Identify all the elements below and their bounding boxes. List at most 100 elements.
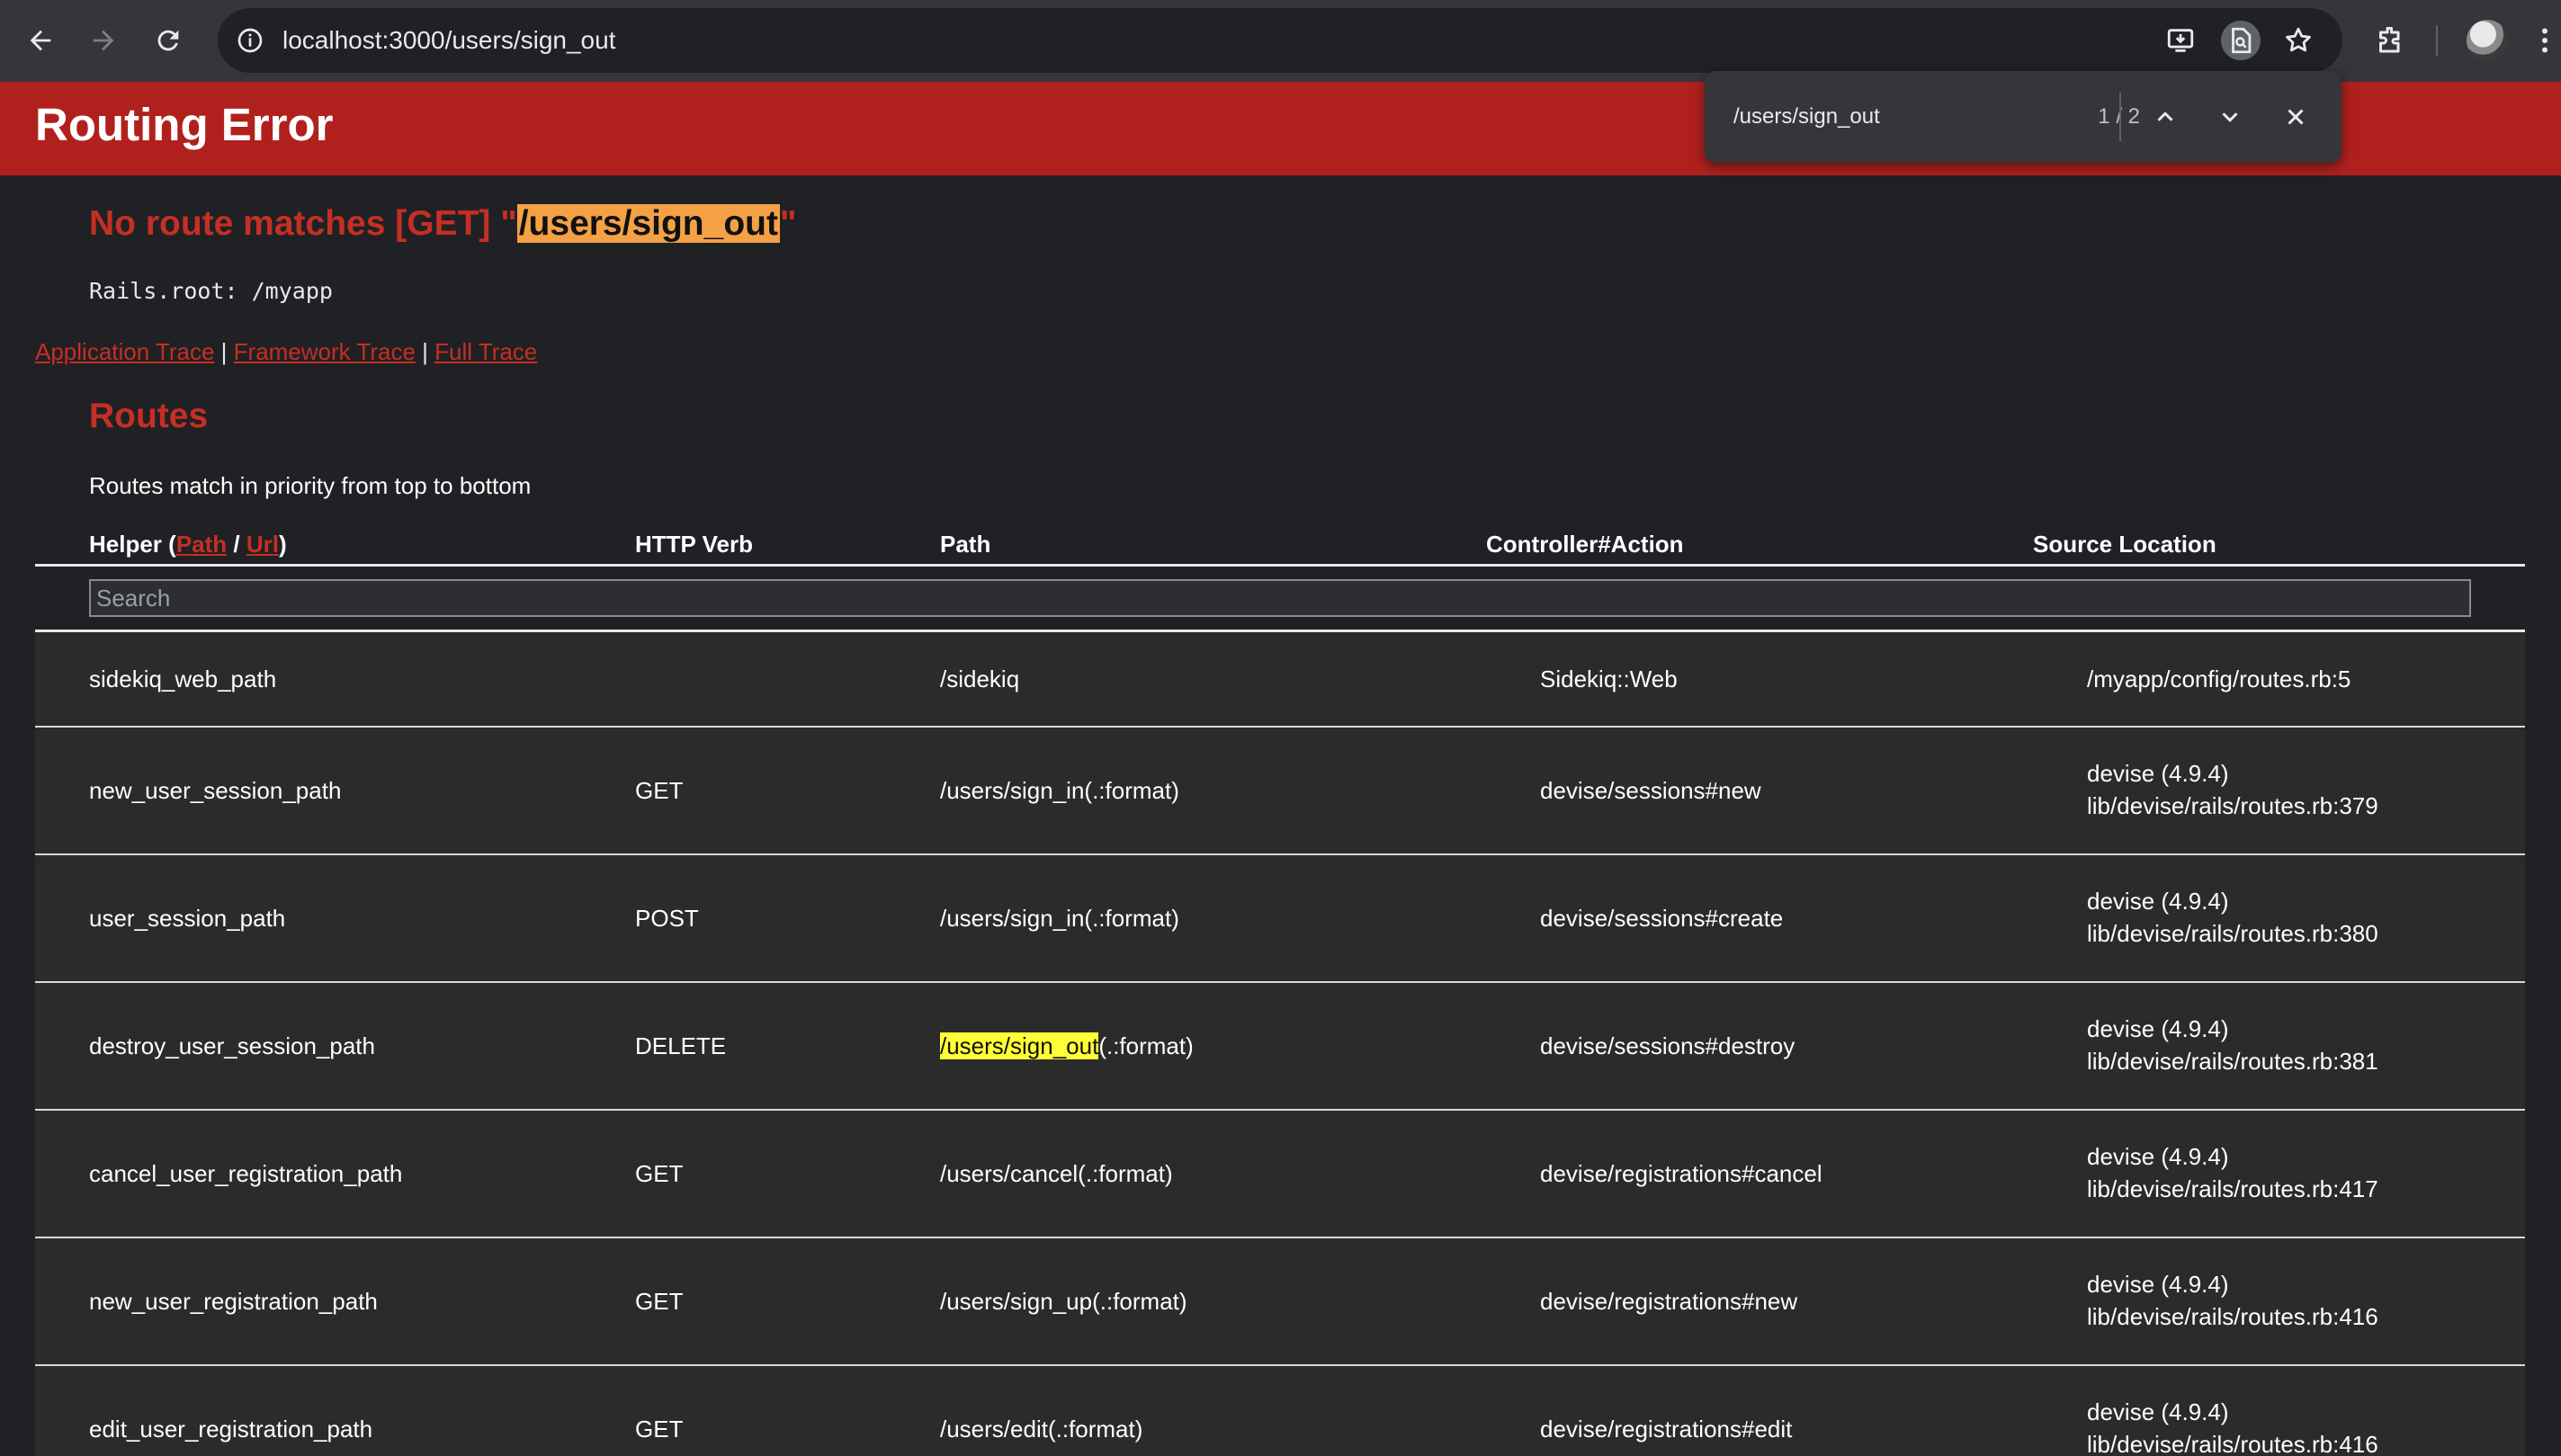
route-source: devise (4.9.4) lib/devise/rails/routes.rb… [2087, 1396, 2378, 1456]
header-source: Source Location [2033, 531, 2216, 558]
find-in-page-icon [2232, 27, 2252, 54]
routes-heading: Routes [89, 397, 209, 435]
route-source-line2: lib/devise/rails/routes.rb:380 [2087, 920, 2378, 947]
route-path-text: /users/cancel(.:format) [940, 1160, 1173, 1187]
route-action: devise/sessions#destroy [1540, 1032, 1795, 1059]
helper-url-toggle[interactable]: Url [246, 531, 279, 558]
route-helper: user_session_path [89, 905, 286, 932]
table-header-divider [35, 564, 2525, 567]
route-helper: edit_user_registration_path [89, 1416, 373, 1443]
route-source: /myapp/config/routes.rb:5 [2087, 663, 2351, 695]
route-action: devise/registrations#edit [1540, 1416, 1793, 1443]
browser-toolbar: localhost:3000/users/sign_out [0, 0, 2561, 82]
find-in-page-button[interactable] [2221, 21, 2261, 60]
table-row: edit_user_registration_path GET /users/e… [35, 1366, 2525, 1456]
site-info-icon[interactable] [232, 22, 268, 58]
route-path-text: (.:format) [1098, 1032, 1194, 1059]
route-path-text: /sidekiq [940, 665, 1020, 692]
header-helper-slash: / [227, 531, 246, 558]
bookmark-star-icon [2286, 27, 2311, 52]
find-bar: /users/sign_out 1 / 2 [1705, 71, 2342, 163]
route-source-line1: devise (4.9.4) [2087, 888, 2229, 915]
route-action: devise/registrations#cancel [1540, 1160, 1822, 1187]
route-helper: new_user_session_path [89, 777, 342, 804]
reload-icon [157, 30, 179, 51]
rails-root: Rails.root: /myapp [89, 278, 333, 304]
route-source-line2: lib/devise/rails/routes.rb:381 [2087, 1048, 2378, 1075]
chevron-up-icon [2157, 112, 2173, 121]
header-helper-prefix: Helper ( [89, 531, 176, 558]
route-path-text: /users/edit(.:format) [940, 1416, 1143, 1443]
find-previous-button[interactable] [2144, 95, 2187, 138]
route-action: devise/registrations#new [1540, 1288, 1798, 1315]
extensions-icon [2379, 27, 2400, 53]
route-search-input[interactable] [89, 579, 2471, 617]
route-path-text: /users/sign_up(.:format) [940, 1288, 1187, 1315]
page-title: Routing Error [35, 99, 334, 150]
route-source-line1: devise (4.9.4) [2087, 760, 2229, 787]
header-helper: Helper (Path / Url) [89, 531, 287, 558]
error-prefix: No route matches [GET] " [89, 204, 517, 243]
find-separator [2119, 93, 2121, 141]
trace-links: Application Trace | Framework Trace | Fu… [35, 338, 537, 366]
header-helper-suffix: ) [278, 531, 287, 558]
profile-avatar[interactable] [2467, 20, 2508, 61]
route-helper: destroy_user_session_path [89, 1032, 375, 1059]
back-icon [30, 30, 51, 51]
application-trace-link[interactable]: Application Trace [35, 338, 214, 365]
route-source: devise (4.9.4) lib/devise/rails/routes.rb… [2087, 757, 2378, 822]
menu-dots-icon [2541, 28, 2548, 53]
find-match-count: 1 / 2 [2098, 104, 2140, 129]
route-verb: GET [635, 1416, 684, 1443]
page-content: Routing Error No route matches [GET] "/u… [0, 82, 2561, 1456]
route-path-text: /users/sign_in(.:format) [940, 777, 1179, 804]
route-source-line1: /myapp/config/routes.rb:5 [2087, 665, 2351, 692]
chevron-down-icon [2222, 112, 2238, 122]
url-text[interactable]: localhost:3000/users/sign_out [282, 8, 615, 73]
back-button[interactable] [16, 16, 65, 65]
route-source-line2: lib/devise/rails/routes.rb:416 [2087, 1431, 2378, 1456]
install-app-button[interactable] [2161, 21, 2200, 60]
table-row: destroy_user_session_path DELETE /users/… [35, 983, 2525, 1111]
route-path: /users/sign_up(.:format) [940, 1285, 1187, 1318]
route-verb: GET [635, 1160, 684, 1187]
address-bar[interactable]: localhost:3000/users/sign_out [218, 8, 2342, 73]
route-source-line2: lib/devise/rails/routes.rb:379 [2087, 792, 2378, 819]
route-path: /users/sign_in(.:format) [940, 902, 1179, 934]
framework-trace-link[interactable]: Framework Trace [234, 338, 416, 365]
close-icon [2288, 109, 2304, 125]
route-source-line1: devise (4.9.4) [2087, 1143, 2229, 1170]
bookmark-button[interactable] [2279, 21, 2318, 60]
route-source: devise (4.9.4) lib/devise/rails/routes.rb… [2087, 1013, 2378, 1077]
route-action: Sidekiq::Web [1540, 665, 1678, 692]
routes-table: sidekiq_web_path /sidekiq Sidekiq::Web /… [35, 632, 2525, 1456]
forward-button[interactable] [79, 16, 128, 65]
route-action: devise/sessions#new [1540, 777, 1761, 804]
route-path: /sidekiq [940, 663, 1019, 695]
route-verb: GET [635, 777, 684, 804]
extensions-button[interactable] [2366, 16, 2414, 65]
find-next-button[interactable] [2208, 95, 2252, 138]
find-input[interactable]: /users/sign_out [1733, 71, 1880, 163]
route-action: devise/sessions#create [1540, 905, 1784, 932]
trace-separator: | [214, 338, 234, 365]
toolbar-separator [2436, 25, 2438, 56]
menu-button[interactable] [2528, 16, 2561, 65]
helper-path-toggle[interactable]: Path [176, 531, 227, 558]
find-match: /users/sign_out [940, 1032, 1099, 1059]
header-path: Path [940, 531, 991, 558]
route-source-line1: devise (4.9.4) [2087, 1015, 2229, 1042]
route-path: /users/sign_in(.:format) [940, 774, 1179, 807]
table-row: sidekiq_web_path /sidekiq Sidekiq::Web /… [35, 632, 2525, 728]
route-path: /users/edit(.:format) [940, 1413, 1142, 1445]
reload-button[interactable] [144, 16, 193, 65]
error-suffix: " [779, 204, 797, 243]
full-trace-link[interactable]: Full Trace [434, 338, 537, 365]
find-close-button[interactable] [2274, 95, 2317, 138]
route-helper: new_user_registration_path [89, 1288, 378, 1315]
install-app-icon [2167, 29, 2194, 52]
route-path: /users/sign_out(.:format) [940, 1030, 1194, 1062]
route-source: devise (4.9.4) lib/devise/rails/routes.rb… [2087, 1268, 2378, 1333]
error-message: No route matches [GET] "/users/sign_out" [89, 204, 796, 244]
route-helper: cancel_user_registration_path [89, 1160, 403, 1187]
